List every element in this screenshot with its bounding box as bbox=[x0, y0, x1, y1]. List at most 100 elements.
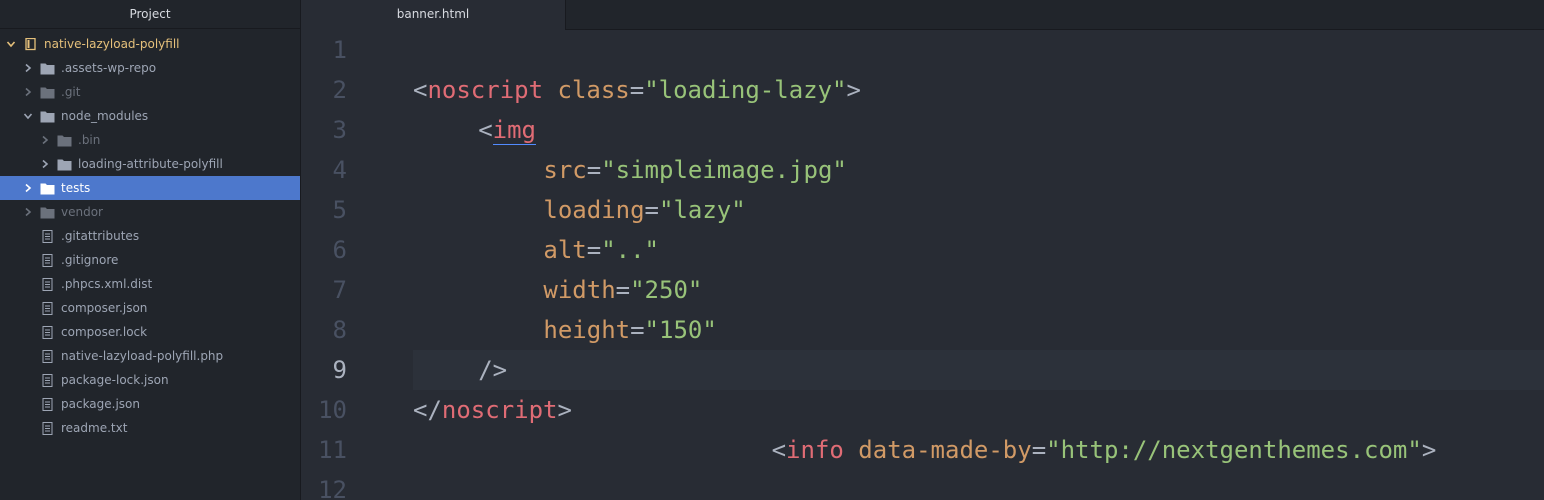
string-token: "loading-lazy" bbox=[644, 76, 847, 104]
folder-icon bbox=[39, 181, 55, 195]
attribute-token: alt bbox=[543, 236, 587, 264]
tree-file-item[interactable]: package.json bbox=[0, 392, 300, 416]
code-line[interactable]: 9 /> bbox=[301, 350, 1544, 390]
file-icon bbox=[39, 397, 55, 411]
tab-label: banner.html bbox=[396, 7, 470, 21]
tree-item-label: composer.lock bbox=[61, 325, 148, 339]
line-number: 2 bbox=[332, 76, 347, 104]
code-line[interactable]: 4 src="simpleimage.jpg" bbox=[301, 150, 1544, 190]
folder-icon bbox=[39, 85, 55, 99]
tree-file-item[interactable]: package-lock.json bbox=[0, 368, 300, 392]
file-icon bbox=[39, 325, 55, 339]
code-line[interactable]: 3 <img bbox=[301, 110, 1544, 150]
chevron-right-icon[interactable] bbox=[23, 63, 33, 73]
code-text: loading="lazy" bbox=[543, 190, 745, 230]
chevron-right-icon[interactable] bbox=[23, 183, 33, 193]
string-token: "150" bbox=[644, 316, 717, 344]
tree-file-item[interactable]: native-lazyload-polyfill.php bbox=[0, 344, 300, 368]
code-text: height="150" bbox=[543, 310, 716, 350]
tree-item-label: composer.json bbox=[61, 301, 148, 315]
tree-file-item[interactable]: .gitignore bbox=[0, 248, 300, 272]
attribute-token: width bbox=[543, 276, 616, 304]
punctuation-token: = bbox=[644, 196, 659, 224]
chevron-right-icon[interactable] bbox=[40, 135, 50, 145]
code-line[interactable]: 2 <noscript class="loading-lazy"> bbox=[301, 70, 1544, 110]
chevron-down-icon[interactable] bbox=[23, 111, 33, 121]
code-line[interactable]: 1 bbox=[301, 30, 1544, 70]
attribute-token: src bbox=[543, 156, 587, 184]
chevron-down-icon[interactable] bbox=[6, 39, 16, 49]
repo-icon bbox=[22, 37, 38, 51]
chevron-right-icon[interactable] bbox=[23, 87, 33, 97]
tree-folder-item[interactable]: .assets-wp-repo bbox=[0, 56, 300, 80]
string-token: "lazy" bbox=[659, 196, 746, 224]
code-line[interactable]: 5 loading="lazy" bbox=[301, 190, 1544, 230]
line-number: 9 bbox=[332, 356, 347, 384]
tree-folder-item[interactable]: tests bbox=[0, 176, 300, 200]
punctuation-token: </ bbox=[413, 396, 442, 424]
punctuation-token: > bbox=[557, 396, 572, 424]
tab-bar: banner.html bbox=[301, 0, 1544, 30]
line-number: 10 bbox=[318, 396, 347, 424]
line-number: 1 bbox=[332, 36, 347, 64]
chevron-right-icon[interactable] bbox=[40, 159, 50, 169]
tree-item-label: readme.txt bbox=[61, 421, 128, 435]
tag-name-token: info bbox=[786, 436, 844, 464]
punctuation-token: < bbox=[413, 76, 428, 104]
line-number: 8 bbox=[332, 316, 347, 344]
tree-item-label: .bin bbox=[78, 133, 101, 147]
line-number: 5 bbox=[332, 196, 347, 224]
sidebar-title: Project bbox=[0, 0, 300, 29]
code-editor[interactable]: 1 2 <noscript class="loading-lazy"> 3 <img 4 s… bbox=[301, 30, 1544, 500]
tree-item-label: node_modules bbox=[61, 109, 149, 123]
punctuation-token: = bbox=[586, 156, 602, 184]
punctuation-token bbox=[844, 436, 858, 464]
code-line[interactable]: 11 <info data-made-by="http://nextgenthem… bbox=[301, 430, 1544, 470]
tree-item-label: native-lazyload-polyfill.php bbox=[61, 349, 224, 363]
folder-icon bbox=[56, 157, 72, 171]
tree-item-label: .assets-wp-repo bbox=[61, 61, 157, 75]
folder-icon bbox=[39, 61, 55, 75]
tree-file-item[interactable]: composer.json bbox=[0, 296, 300, 320]
tree-file-item[interactable]: .gitattributes bbox=[0, 224, 300, 248]
tree-item-label: .git bbox=[61, 85, 81, 99]
line-number: 3 bbox=[332, 116, 347, 144]
code-text: <noscript class="loading-lazy"> bbox=[413, 70, 861, 110]
punctuation-token: = bbox=[615, 276, 631, 304]
tree-folder-item[interactable]: .git bbox=[0, 80, 300, 104]
code-line[interactable]: 6 alt=".." bbox=[301, 230, 1544, 270]
chevron-right-icon[interactable] bbox=[23, 207, 33, 217]
line-number: 11 bbox=[318, 436, 347, 464]
code-text: src="simpleimage.jpg" bbox=[543, 150, 846, 190]
code-text: </noscript> bbox=[413, 390, 572, 430]
file-icon bbox=[39, 253, 55, 267]
tree-file-item[interactable]: .phpcs.xml.dist bbox=[0, 272, 300, 296]
tree-file-item[interactable]: readme.txt bbox=[0, 416, 300, 440]
code-text: alt=".." bbox=[543, 230, 659, 270]
tree-root-item[interactable]: native-lazyload-polyfill bbox=[0, 32, 300, 56]
string-token: "simpleimage.jpg" bbox=[601, 156, 847, 184]
code-line[interactable]: 10 </noscript> bbox=[301, 390, 1544, 430]
tree-folder-item[interactable]: loading-attribute-polyfill bbox=[0, 152, 300, 176]
tree-item-label: loading-attribute-polyfill bbox=[78, 157, 223, 171]
folder-icon bbox=[39, 205, 55, 219]
tree-item-label: vendor bbox=[61, 205, 103, 219]
punctuation-token: = bbox=[630, 316, 645, 344]
tree-folder-item[interactable]: node_modules bbox=[0, 104, 300, 128]
code-line[interactable]: 8 height="150" bbox=[301, 310, 1544, 350]
attribute-token: height bbox=[543, 316, 631, 344]
tab-banner-html[interactable]: banner.html bbox=[301, 0, 566, 30]
punctuation-token: < bbox=[478, 116, 493, 144]
folder-icon bbox=[39, 109, 55, 123]
tree-folder-item[interactable]: vendor bbox=[0, 200, 300, 224]
code-line[interactable]: 12 bbox=[301, 470, 1544, 500]
attribute-token: loading bbox=[543, 196, 645, 224]
tree-file-item[interactable]: composer.lock bbox=[0, 320, 300, 344]
punctuation-token: > bbox=[1421, 436, 1437, 464]
file-icon bbox=[39, 373, 55, 387]
tree-folder-item[interactable]: .bin bbox=[0, 128, 300, 152]
tree-item-label: package.json bbox=[61, 397, 141, 411]
tree-item-label: package-lock.json bbox=[61, 373, 169, 387]
code-line[interactable]: 7 width="250" bbox=[301, 270, 1544, 310]
punctuation-token: > bbox=[846, 76, 861, 104]
